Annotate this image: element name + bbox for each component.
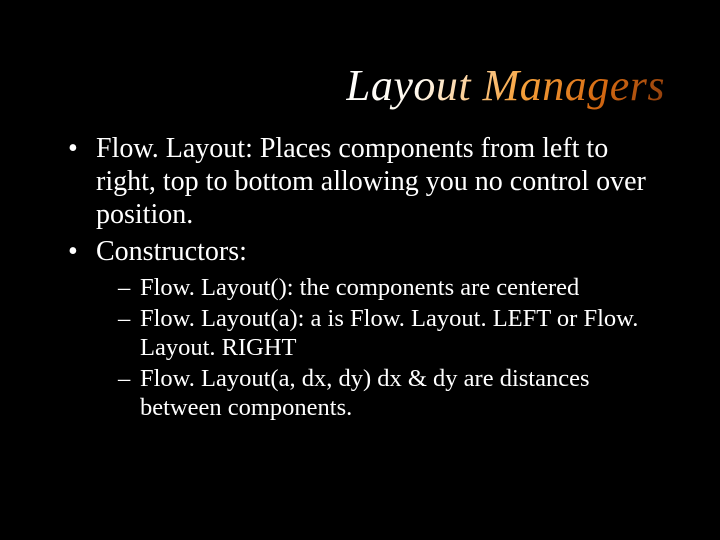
sub-bullet-item: Flow. Layout(): the components are cente… [118, 274, 665, 303]
slide-body: Flow. Layout: Places components from lef… [68, 132, 665, 427]
bullet-list: Flow. Layout: Places components from lef… [68, 132, 665, 423]
bullet-item: Flow. Layout: Places components from lef… [68, 132, 665, 231]
sub-bullet-list: Flow. Layout(): the components are cente… [96, 274, 665, 423]
slide: Layout Managers Flow. Layout: Places com… [0, 0, 720, 540]
bullet-item: Constructors: Flow. Layout(): the compon… [68, 235, 665, 423]
sub-bullet-item: Flow. Layout(a): a is Flow. Layout. LEFT… [118, 305, 665, 363]
sub-bullet-item: Flow. Layout(a, dx, dy) dx & dy are dist… [118, 365, 665, 423]
slide-title: Layout Managers [346, 60, 665, 111]
bullet-text: Constructors: [96, 236, 247, 267]
